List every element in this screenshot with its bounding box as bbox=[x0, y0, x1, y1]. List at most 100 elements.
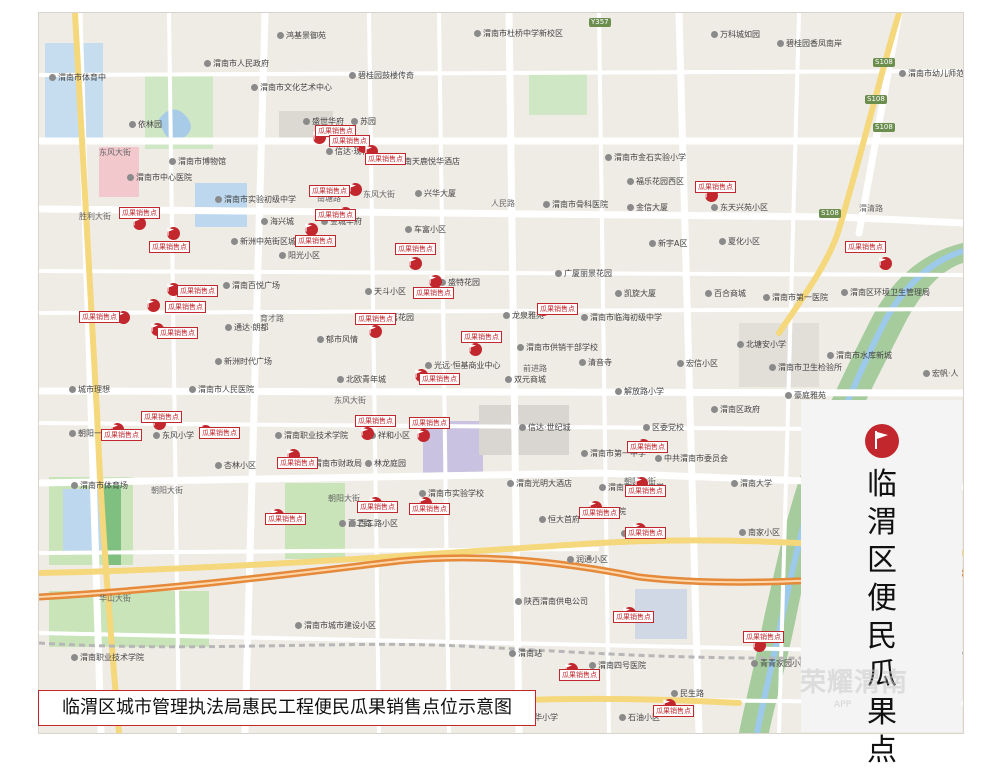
poi-label[interactable]: 渭南市实验初级中学 bbox=[215, 195, 296, 205]
poi-label[interactable]: 通达·朗都 bbox=[225, 323, 269, 333]
poi-name: 碧桂园鼓楼传奇 bbox=[358, 71, 414, 80]
poi-label[interactable]: 渭南市幼儿师范学校 bbox=[899, 69, 963, 79]
poi-label[interactable]: 金信大厦 bbox=[627, 203, 668, 213]
poi-label[interactable]: 区委党校 bbox=[643, 423, 684, 433]
poi-label[interactable]: 宏帆·人 bbox=[923, 369, 959, 379]
poi-label[interactable]: 渭南百悦广场 bbox=[223, 281, 280, 291]
poi-label[interactable]: 渭南区环境卫生管理局 bbox=[841, 288, 930, 298]
poi-label[interactable]: 东风小学 bbox=[153, 431, 194, 441]
poi-label[interactable]: 杏林小区 bbox=[215, 461, 256, 471]
poi-label[interactable]: 渭南职业技术学院 bbox=[275, 431, 348, 441]
fruit-stand-marker-icon[interactable] bbox=[369, 325, 382, 338]
poi-pin-icon bbox=[215, 358, 222, 365]
poi-label[interactable]: 夏化小区 bbox=[719, 237, 760, 247]
poi-label[interactable]: 民生路 bbox=[671, 689, 704, 699]
poi-label[interactable]: 润通小区 bbox=[567, 555, 608, 565]
poi-label[interactable]: 渭南市临海初级中学 bbox=[581, 313, 662, 323]
poi-label[interactable]: 凯旋大厦 bbox=[615, 289, 656, 299]
fruit-stand-marker-icon[interactable] bbox=[879, 257, 892, 270]
poi-label[interactable]: 光远·恒基商业中心 bbox=[425, 361, 501, 371]
fruit-stand-marker-icon[interactable] bbox=[417, 429, 430, 442]
poi-name: 兴华大厦 bbox=[424, 189, 456, 198]
poi-label[interactable]: 依林园 bbox=[129, 120, 162, 130]
fruit-stand-tag: 瓜果销售点 bbox=[613, 611, 654, 623]
poi-label[interactable]: 渭南光明大酒店 bbox=[507, 479, 572, 489]
poi-pin-icon bbox=[251, 84, 258, 91]
poi-label[interactable]: 陕西渭南供电公司 bbox=[515, 597, 588, 607]
poi-label[interactable]: 南家小区 bbox=[739, 528, 780, 538]
poi-label[interactable]: 渭南市体育场 bbox=[71, 481, 128, 491]
poi-label[interactable]: 双元商城 bbox=[505, 375, 546, 385]
poi-label[interactable]: 渭南市中心医院 bbox=[127, 173, 192, 183]
poi-label[interactable]: 车富小区 bbox=[405, 225, 446, 235]
poi-label[interactable]: 渭南市供销干部学校 bbox=[517, 343, 598, 353]
poi-label[interactable]: 万科城如园 bbox=[711, 30, 760, 40]
poi-label[interactable]: 渭南市体育中 bbox=[49, 73, 106, 83]
poi-name: 东风小学 bbox=[162, 431, 194, 440]
poi-label[interactable]: 渭南职业技术学院 bbox=[71, 653, 144, 663]
poi-name: 区委党校 bbox=[652, 423, 684, 432]
poi-name: 车富小区 bbox=[414, 225, 446, 234]
poi-label[interactable]: 渭南市人民医院 bbox=[189, 385, 254, 395]
poi-name: 渭南大学 bbox=[740, 479, 772, 488]
poi-label[interactable]: 渭南市人民政府 bbox=[204, 59, 269, 69]
poi-pin-icon bbox=[671, 690, 678, 697]
poi-label[interactable]: 碧桂园鼓楼传奇 bbox=[349, 71, 414, 81]
poi-label[interactable]: 渭南市博物馆 bbox=[169, 157, 226, 167]
fruit-stand-marker-icon[interactable] bbox=[167, 227, 180, 240]
poi-pin-icon bbox=[567, 556, 574, 563]
fruit-stand-marker-icon[interactable] bbox=[349, 183, 362, 196]
poi-label[interactable]: 鸿基景御苑 bbox=[277, 31, 326, 41]
block-purple bbox=[423, 421, 483, 477]
poi-label[interactable]: 天斗小区 bbox=[365, 287, 406, 297]
poi-label[interactable]: 渭南大学 bbox=[731, 479, 772, 489]
poi-label[interactable]: 城市理想 bbox=[69, 385, 110, 395]
poi-name: 渭南市财政局 bbox=[314, 459, 362, 468]
poi-label[interactable]: 恒大首府 bbox=[539, 515, 580, 525]
poi-label[interactable]: 林龙庭园 bbox=[365, 459, 406, 469]
poi-label[interactable]: 阳光小区 bbox=[279, 251, 320, 261]
poi-label[interactable]: 广厦丽景花园 bbox=[555, 269, 612, 279]
poi-label[interactable]: 中共渭南市委员会 bbox=[655, 454, 728, 464]
fruit-stand-tag: 瓜果销售点 bbox=[695, 181, 736, 193]
poi-label[interactable]: 宏信小区 bbox=[677, 359, 718, 369]
poi-label[interactable]: 渭南市杜桥中学新校区 bbox=[474, 29, 563, 39]
fruit-stand-marker-icon[interactable] bbox=[147, 299, 160, 312]
poi-pin-icon bbox=[785, 392, 792, 399]
fruit-stand-marker-icon[interactable] bbox=[469, 343, 482, 356]
poi-label[interactable]: 渭南市骨科医院 bbox=[543, 200, 608, 210]
poi-name: 中共渭南市委员会 bbox=[664, 454, 728, 463]
poi-label[interactable]: 渭南市第一医院 bbox=[763, 293, 828, 303]
poi-label[interactable]: 北欧青年城 bbox=[337, 375, 386, 385]
poi-name: 渭南市人民政府 bbox=[213, 59, 269, 68]
poi-label[interactable]: 新洲时代广场 bbox=[215, 357, 272, 367]
poi-label[interactable]: 渭南市卫生检验所 bbox=[769, 363, 842, 373]
fruit-stand-tag: 瓜果销售点 bbox=[79, 311, 120, 323]
poi-label[interactable]: 海兴城 bbox=[261, 217, 294, 227]
poi-label[interactable]: 碧桂园香凤南岸 bbox=[777, 39, 842, 49]
poi-pin-icon bbox=[509, 650, 516, 657]
poi-label[interactable]: 兴华大厦 bbox=[415, 189, 456, 199]
poi-label[interactable]: 祥和小区 bbox=[369, 431, 410, 441]
poi-label[interactable]: 渭南市城市建设小区 bbox=[295, 621, 376, 631]
poi-label[interactable]: 渭南区政府 bbox=[711, 405, 760, 415]
poi-pin-icon bbox=[899, 70, 906, 77]
poi-label[interactable]: 渭南市水库新城 bbox=[827, 351, 892, 361]
fruit-stand-tag: 瓜果销售点 bbox=[101, 429, 142, 441]
poi-label[interactable]: 福乐花园西区 bbox=[627, 177, 684, 187]
poi-label[interactable]: 百合商城 bbox=[705, 289, 746, 299]
road-label: 东风大街 bbox=[99, 148, 131, 157]
poi-label[interactable]: 西二路小区 bbox=[349, 519, 398, 529]
poi-label[interactable]: 郁市风情 bbox=[317, 335, 358, 345]
poi-label[interactable]: 清音寺 bbox=[579, 358, 612, 368]
poi-label[interactable]: 解放路小学 bbox=[615, 387, 664, 397]
poi-label[interactable]: 东天兴苑小区 bbox=[711, 203, 768, 213]
poi-label[interactable]: 信达·世纪城 bbox=[519, 423, 571, 433]
poi-label[interactable]: 新宇A区 bbox=[649, 239, 687, 249]
poi-label[interactable]: 北塘安小学 bbox=[737, 340, 786, 350]
fruit-stand-marker-icon[interactable] bbox=[409, 257, 422, 270]
fruit-stand-marker-icon[interactable] bbox=[361, 427, 374, 440]
poi-label[interactable]: 渭南市文化艺术中心 bbox=[251, 83, 332, 93]
poi-label[interactable]: 渭南市金石实验小学 bbox=[605, 153, 686, 163]
poi-label[interactable]: 渭南站 bbox=[509, 649, 542, 659]
